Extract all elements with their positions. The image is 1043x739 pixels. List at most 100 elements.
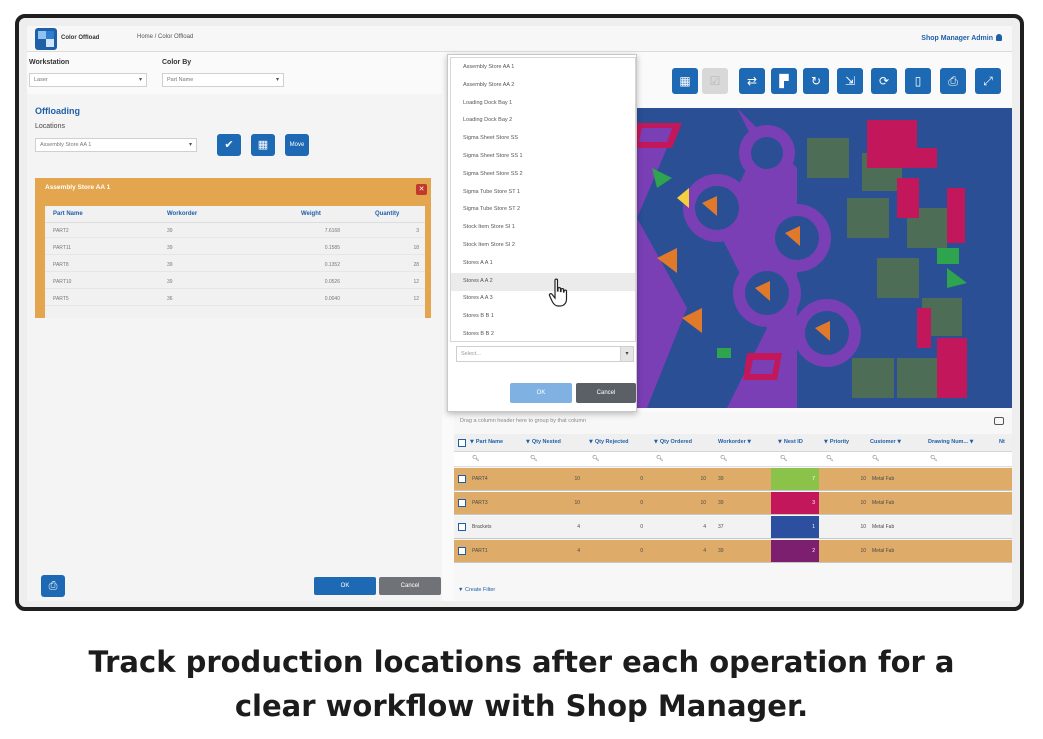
confirm-check-button[interactable]: ✔ [217, 134, 241, 156]
location-select[interactable]: Assembly Store AA 1 [35, 138, 197, 152]
column-header[interactable]: ▼ Priority [824, 439, 849, 445]
column-header[interactable]: Customer ▼ [870, 439, 903, 445]
table-row[interactable]: PART10 39 0.0526 12 [45, 275, 425, 289]
table-cell: 37 [718, 524, 724, 530]
document-icon[interactable]: ▯ [905, 68, 931, 94]
table-row[interactable]: PART2 39 7.6168 3 [45, 224, 425, 238]
column-header[interactable]: Part Name [53, 211, 83, 217]
select-all-checkbox[interactable] [458, 439, 466, 447]
cancel-button[interactable]: Cancel [379, 577, 441, 595]
column-header[interactable]: ▼ Nest ID [778, 439, 803, 445]
search-icon[interactable]: 🔍︎ [472, 455, 480, 462]
create-filter-link[interactable]: ▼ Create Filter [458, 587, 495, 593]
table-cell: 18 [413, 245, 419, 251]
dropdown-option[interactable]: Assembly Store AA 1 [451, 59, 635, 77]
table-cell: PART2 [53, 228, 69, 234]
row-checkbox[interactable] [458, 547, 466, 555]
filter-icon: ▼ [458, 587, 465, 593]
refresh-icon[interactable]: ↻ [803, 68, 829, 94]
table-cell: PART8 [53, 262, 69, 268]
dialog-ok-button[interactable]: OK [510, 383, 572, 403]
pallet-icon[interactable]: ▦ [672, 68, 698, 94]
table-row[interactable]: 1 Brackets 4 0 4 37 10 Metal Fab [454, 516, 1012, 539]
row-checkbox[interactable] [458, 499, 466, 507]
column-header[interactable]: ▼ Qty Ordered [654, 439, 692, 445]
table-cell: 10 [860, 548, 866, 554]
dropdown-option[interactable]: Assembly Store AA 2 [451, 77, 635, 95]
dropdown-option[interactable]: Loading Dock Bay 2 [451, 112, 635, 130]
table-cell: PART11 [53, 245, 72, 251]
pallet-button[interactable]: ▦ [251, 134, 275, 156]
search-icon[interactable]: 🔍︎ [872, 455, 880, 462]
column-header[interactable]: ▼ Qty Rejected [589, 439, 628, 445]
ok-button[interactable]: OK [314, 577, 376, 595]
search-icon[interactable]: 🔍︎ [930, 455, 938, 462]
table-row[interactable]: 7 PART4 10 0 10 39 10 Metal Fab [454, 468, 1012, 491]
print-button[interactable]: ⎙ [41, 575, 65, 597]
store-panel-title: Assembly Store AA 1 [45, 184, 111, 191]
table-row[interactable]: PART11 39 0.1585 18 [45, 241, 425, 255]
table-row[interactable]: 3 PART3 10 0 10 39 10 Metal Fab [454, 492, 1012, 515]
table-cell: 0.0526 [324, 279, 340, 285]
dropdown-option[interactable]: Stock Item Store SI 2 [451, 237, 635, 255]
column-header[interactable]: Quantity [375, 211, 399, 217]
chevron-down-icon[interactable]: ▾ [620, 347, 633, 361]
column-header[interactable]: ▼ Qty Nested [526, 439, 561, 445]
column-header[interactable]: ▼ Part Name [470, 439, 503, 445]
search-icon[interactable]: 🔍︎ [780, 455, 788, 462]
table-row[interactable]: PART8 39 0.1352 28 [45, 258, 425, 272]
dropdown-option[interactable]: Loading Dock Bay 1 [451, 95, 635, 113]
dropdown-option[interactable]: Stores A A 3 [451, 290, 635, 308]
dropdown-option[interactable]: Stores B B 2 [451, 326, 635, 344]
swap-icon[interactable]: ⇄ [739, 68, 765, 94]
layout-icon[interactable]: ▛ [771, 68, 797, 94]
move-button[interactable]: Move [285, 134, 309, 156]
store-table-header: Part Name Workorder Weight Quantity [45, 206, 425, 223]
table-cell: 10 [700, 500, 706, 506]
table-cell: PART1 [472, 548, 488, 554]
workstation-select[interactable]: Laser [29, 73, 147, 87]
expand-icon[interactable]: ⤢ [975, 68, 1001, 94]
dropdown-option[interactable]: Stock Item Store SI 1 [451, 219, 635, 237]
column-header[interactable]: Weight [301, 211, 321, 217]
close-icon[interactable]: ✕ [416, 184, 427, 195]
table-cell: 0.1352 [324, 262, 340, 268]
column-header[interactable]: Drawing Num... ▼ [928, 439, 975, 445]
column-header[interactable]: Workorder ▼ [718, 439, 753, 445]
table-cell: PART3 [472, 500, 488, 506]
table-row[interactable]: PART5 36 0.0040 12 [45, 292, 425, 306]
dropdown-option[interactable]: Sigma Tube Store ST 2 [451, 201, 635, 219]
breadcrumb[interactable]: Home / Color Offload [137, 34, 193, 40]
print-icon[interactable]: ⎙ [940, 68, 966, 94]
dropdown-option[interactable]: Stores A A 1 [451, 255, 635, 273]
location-dialog: Assembly Store AA 1 Assembly Store AA 2 Lo… [447, 54, 637, 412]
table-cell: 39 [167, 279, 173, 285]
filter-icon: ▼ [526, 439, 530, 445]
column-header[interactable]: Nt [999, 439, 1005, 445]
column-header[interactable]: Workorder [167, 211, 197, 217]
column-chooser-icon[interactable] [994, 417, 1004, 425]
dropdown-option[interactable]: Sigma Tube Store ST 1 [451, 184, 635, 202]
row-checkbox[interactable] [458, 475, 466, 483]
search-icon[interactable]: 🔍︎ [720, 455, 728, 462]
dropdown-option[interactable]: Sigma Sheet Store SS 1 [451, 148, 635, 166]
app-name: Color Offload [61, 35, 100, 41]
dropdown-option[interactable]: Sigma Sheet Store SS [451, 130, 635, 148]
user-menu[interactable]: Shop Manager Admin [921, 34, 1002, 42]
dropdown-option[interactable]: Stores B B 1 [451, 308, 635, 326]
search-icon[interactable]: 🔍︎ [656, 455, 664, 462]
table-row[interactable]: 2 PART1 4 0 4 39 10 Metal Fab [454, 540, 1012, 563]
group-hint: Drag a column header here to group by th… [460, 418, 586, 424]
rotate-icon[interactable]: ⟳ [871, 68, 897, 94]
location-dropdown[interactable]: Select... ▾ [456, 346, 634, 362]
dialog-cancel-button[interactable]: Cancel [576, 383, 636, 403]
dropdown-option[interactable]: Sigma Sheet Store SS 2 [451, 166, 635, 184]
search-icon[interactable]: 🔍︎ [826, 455, 834, 462]
search-icon[interactable]: 🔍︎ [592, 455, 600, 462]
color-by-select[interactable]: Part Name [162, 73, 284, 87]
row-checkbox[interactable] [458, 523, 466, 531]
dropdown-option[interactable]: Stores A A 2 [451, 272, 635, 291]
checkbox-icon[interactable]: ☑ [702, 68, 728, 94]
export-icon[interactable]: ⇲ [837, 68, 863, 94]
search-icon[interactable]: 🔍︎ [530, 455, 538, 462]
